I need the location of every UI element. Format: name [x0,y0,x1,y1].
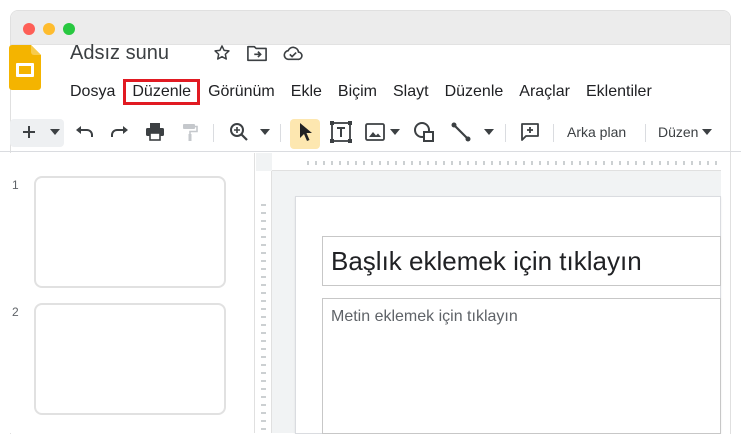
shape-icon[interactable] [410,116,438,148]
menu-tools[interactable]: Araçlar [511,79,578,105]
slides-logo-icon[interactable] [9,45,41,90]
image-icon[interactable] [362,116,388,148]
cloud-saved-icon[interactable] [282,43,304,63]
menu-slide[interactable]: Slayt [385,79,437,105]
move-to-folder-icon[interactable] [246,43,268,63]
menu-file[interactable]: Dosya [62,79,123,105]
vertical-ruler[interactable] [256,171,272,433]
menu-format[interactable]: Biçim [330,79,385,105]
minimize-window-button[interactable] [43,23,55,35]
zoom-window-button[interactable] [63,23,75,35]
title-actions [212,43,304,63]
layout-dropdown-icon[interactable] [700,116,714,148]
slide-number: 2 [12,305,19,319]
title-placeholder[interactable]: Başlık eklemek için tıklayın [322,236,721,286]
menu-view[interactable]: Görünüm [200,79,283,105]
toolbar-divider [553,124,554,142]
new-slide-dropdown-icon[interactable] [48,116,62,148]
image-dropdown-icon[interactable] [388,116,402,148]
line-dropdown-icon[interactable] [482,116,496,148]
menu-addons[interactable]: Eklentiler [578,79,660,105]
document-title[interactable]: Adsız sunu [70,42,169,65]
menu-edit[interactable]: Düzenle [123,79,201,105]
toolbar-divider [280,124,281,142]
horizontal-ruler[interactable] [272,153,721,171]
zoom-dropdown-icon[interactable] [258,116,272,148]
window-titlebar [11,11,730,45]
redo-icon[interactable] [106,116,132,148]
paint-format-icon[interactable] [178,116,202,148]
body-placeholder[interactable]: Metin eklemek için tıklayın [322,298,721,434]
background-button[interactable]: Arka plan [567,124,626,140]
star-icon[interactable] [212,43,232,63]
menu-arrange[interactable]: Düzenle [437,79,512,105]
print-icon[interactable] [142,116,168,148]
line-icon[interactable] [448,116,474,148]
menu-insert[interactable]: Ekle [283,79,330,105]
undo-icon[interactable] [72,116,98,148]
toolbar-divider [213,124,214,142]
menu-bar: Dosya Düzenle Görünüm Ekle Biçim Slayt D… [62,79,660,105]
zoom-icon[interactable] [226,116,252,148]
toolbar-divider [505,124,506,142]
add-icon[interactable] [18,116,40,148]
slide-thumbnail[interactable] [34,303,226,415]
select-icon[interactable] [293,116,317,148]
text-box-icon[interactable] [328,116,354,148]
slide-thumbnail[interactable] [34,176,226,288]
comment-icon[interactable] [516,116,544,148]
toolbar-divider [645,124,646,142]
close-window-button[interactable] [23,23,35,35]
layout-button[interactable]: Düzen [658,124,698,140]
slide-number: 1 [12,178,19,192]
